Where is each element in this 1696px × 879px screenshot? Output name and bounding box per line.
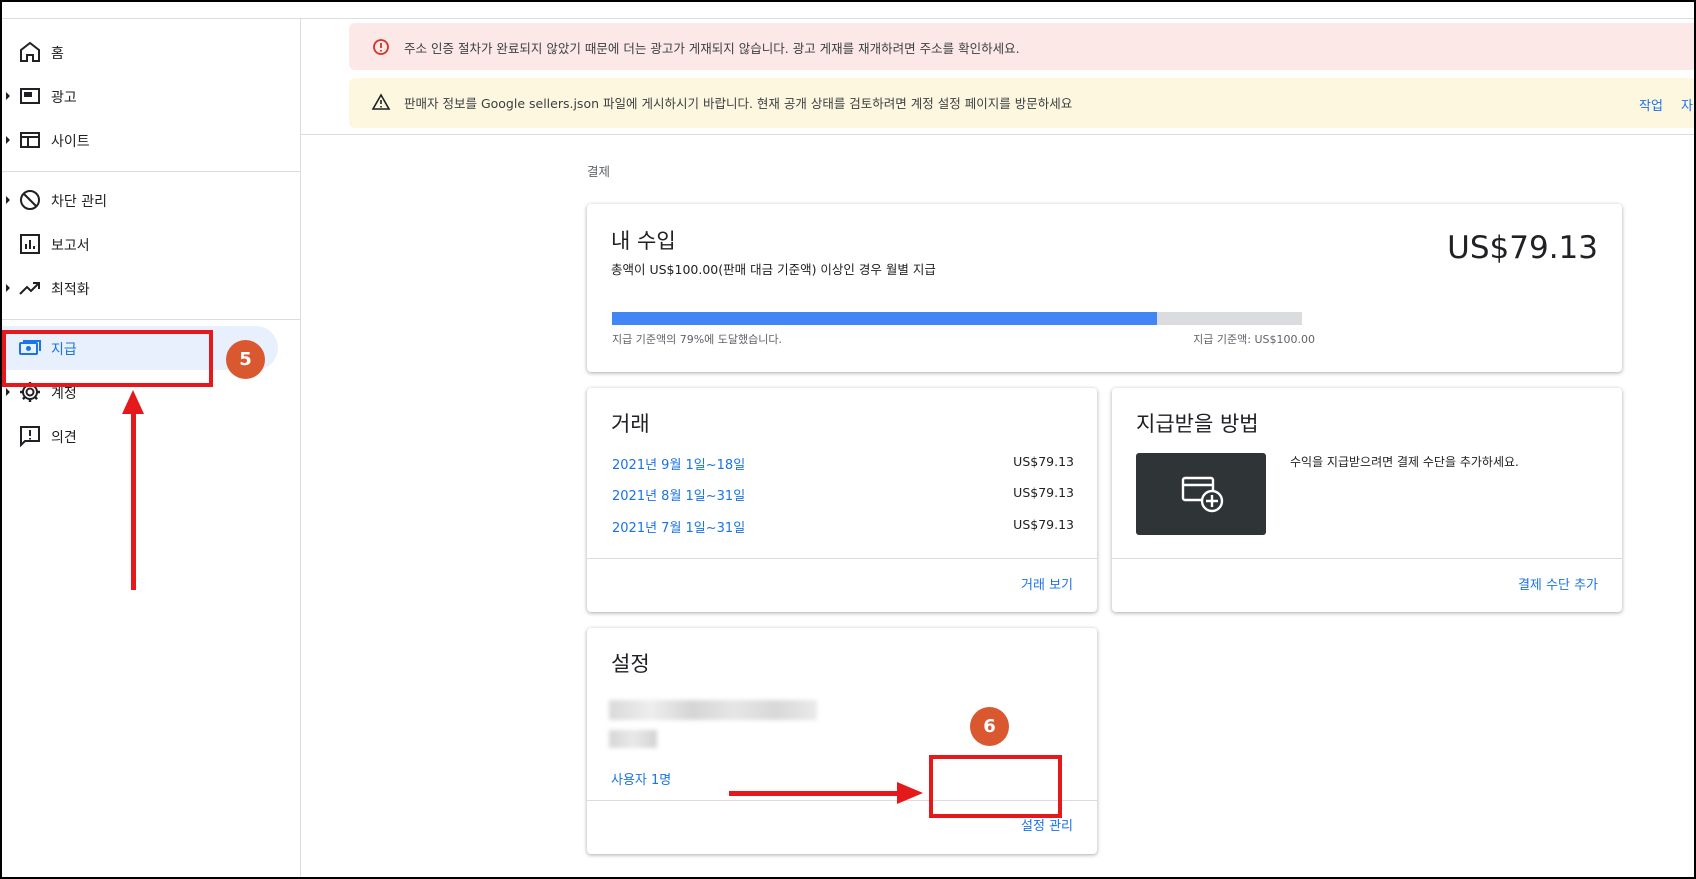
sidebar-item-label: 차단 관리 — [51, 194, 107, 210]
earnings-subtitle: 총액이 US$100.00(판매 대금 기준액) 이상인 경우 월별 지급 — [611, 262, 936, 277]
sidebar-item-block-management[interactable]: 차단 관리 — [2, 178, 301, 222]
alert-message: 주소 인증 절차가 완료되지 않았기 때문에 더는 광고가 게재되지 않습니다.… — [404, 41, 1020, 56]
transaction-date-link[interactable]: 2021년 8월 1일~31일 — [612, 485, 745, 504]
transactions-card: 거래 2021년 9월 1일~18일 US$79.13 2021년 8월 1일~… — [587, 388, 1097, 612]
step-6-badge: 6 — [970, 707, 1009, 746]
sidebar-item-home[interactable]: 홈 — [2, 30, 301, 74]
sites-icon — [20, 132, 40, 148]
settings-title: 설정 — [611, 652, 650, 676]
content-divider — [301, 134, 1696, 135]
sidebar: 홈 광고 사이트 차단 관리 보고서 최적화 지급 계정 의견 — [2, 19, 301, 877]
progress-fill — [612, 312, 1158, 325]
payment-method-card: 지급받을 방법 수익을 지급받으려면 결제 수단을 추가하세요. 결제 수단 추… — [1112, 388, 1622, 612]
sidebar-item-reports[interactable]: 보고서 — [2, 222, 301, 266]
transaction-date-link[interactable]: 2021년 9월 1일~18일 — [612, 454, 745, 473]
earnings-title: 내 수입 — [611, 229, 676, 253]
settings-card: 설정 사용자 1명 설정 관리 — [587, 628, 1097, 854]
up-arrow-head — [122, 390, 144, 414]
payment-threshold-progress-bar — [612, 312, 1302, 325]
users-link[interactable]: 사용자 1명 — [611, 769, 671, 788]
transaction-row: 2021년 7월 1일~31일 US$79.13 — [612, 517, 1074, 537]
sidebar-item-label: 의견 — [51, 430, 77, 446]
payment-method-description: 수익을 지급받으려면 결제 수단을 추가하세요. — [1290, 455, 1519, 469]
expand-caret-icon[interactable] — [6, 196, 10, 204]
manage-settings-highlight-box — [929, 755, 1062, 818]
feedback-icon — [20, 426, 40, 448]
sidebar-item-label: 보고서 — [51, 238, 90, 254]
sidebar-divider — [2, 319, 301, 320]
threshold-caption: 지급 기준액: US$100.00 — [1193, 333, 1315, 346]
sidebar-item-feedback[interactable]: 의견 — [2, 414, 301, 458]
payment-method-title: 지급받을 방법 — [1136, 412, 1259, 436]
page-title: 결제 — [587, 164, 611, 179]
sidebar-item-sites[interactable]: 사이트 — [2, 118, 301, 162]
alert-action-button[interactable]: 작업 — [1639, 95, 1663, 114]
sidebar-item-optimization[interactable]: 최적화 — [2, 266, 301, 310]
trending-up-icon — [19, 282, 40, 295]
right-arrow-shaft — [729, 791, 901, 796]
sellers-json-alert: 판매자 정보를 Google sellers.json 파일에 게시하시기 바랍… — [349, 78, 1696, 128]
card-divider — [587, 558, 1097, 559]
alert-message: 판매자 정보를 Google sellers.json 파일에 게시하시기 바랍… — [404, 96, 1073, 111]
payments-highlight-box — [2, 330, 213, 387]
expand-caret-icon[interactable] — [6, 92, 10, 100]
add-card-icon — [1181, 476, 1224, 513]
progress-caption: 지급 기준액의 79%에 도달했습니다. — [612, 333, 782, 346]
expand-caret-icon[interactable] — [6, 284, 10, 292]
transaction-amount: US$79.13 — [1013, 517, 1074, 532]
alert-secondary-action-button[interactable]: 자 — [1681, 95, 1693, 114]
sidebar-divider — [2, 171, 301, 172]
redacted-account-id — [609, 730, 657, 748]
sidebar-item-label: 홈 — [51, 46, 64, 62]
sidebar-item-ads[interactable]: 광고 — [2, 74, 301, 118]
payment-method-illustration — [1136, 453, 1266, 535]
transaction-row: 2021년 8월 1일~31일 US$79.13 — [612, 485, 1074, 505]
transaction-date-link[interactable]: 2021년 7월 1일~31일 — [612, 517, 745, 536]
redacted-account-info — [609, 700, 817, 720]
transactions-title: 거래 — [611, 412, 650, 436]
right-arrow-head — [897, 782, 923, 804]
sidebar-item-label: 사이트 — [51, 134, 90, 150]
sidebar-item-label: 광고 — [51, 90, 77, 106]
view-transactions-link[interactable]: 거래 보기 — [1021, 574, 1073, 593]
add-payment-method-link[interactable]: 결제 수단 추가 — [1518, 574, 1598, 593]
ads-icon — [20, 88, 40, 104]
block-icon — [20, 190, 40, 210]
expand-caret-icon[interactable] — [6, 388, 10, 396]
earnings-amount: US$79.13 — [1447, 230, 1598, 266]
sidebar-item-label: 최적화 — [51, 282, 90, 298]
earnings-card: 내 수입 총액이 US$100.00(판매 대금 기준액) 이상인 경우 월별 … — [587, 204, 1622, 372]
step-5-badge: 5 — [226, 340, 265, 379]
address-verification-alert: 주소 인증 절차가 완료되지 않았기 때문에 더는 광고가 게재되지 않습니다.… — [349, 23, 1696, 70]
error-icon — [373, 39, 389, 55]
card-divider — [1112, 558, 1622, 559]
expand-caret-icon[interactable] — [6, 136, 10, 144]
transaction-row: 2021년 9월 1일~18일 US$79.13 — [612, 454, 1074, 474]
up-arrow-shaft — [131, 412, 136, 590]
transaction-amount: US$79.13 — [1013, 485, 1074, 500]
warning-icon — [371, 93, 391, 110]
reports-icon — [20, 234, 40, 254]
transaction-amount: US$79.13 — [1013, 454, 1074, 469]
home-icon — [20, 41, 40, 62]
